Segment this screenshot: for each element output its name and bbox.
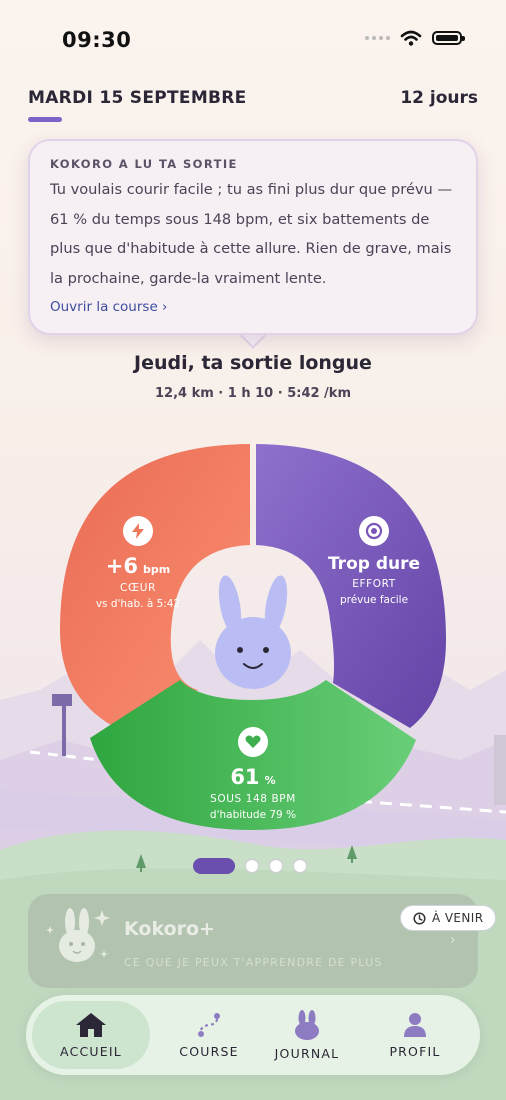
effort-note: prévue facile <box>339 594 409 606</box>
run-meta: 12,4 km · 1 h 10 · 5:42 /km <box>154 386 351 401</box>
nav-item-journal[interactable]: JOURNAL <box>248 995 366 1075</box>
coming-soon-label: À VENIR <box>432 911 484 925</box>
zone-unit: % <box>264 774 276 787</box>
date-underline <box>28 117 62 122</box>
effort-label: EFFORT <box>352 578 396 590</box>
page-date: MARDI 15 SEPTEMBRE <box>28 88 247 108</box>
page-dot-active[interactable] <box>193 858 235 874</box>
bunny-icon <box>295 1009 319 1040</box>
coming-soon-badge: À VENIR <box>400 905 497 931</box>
page-dot[interactable] <box>293 859 307 873</box>
heart-unit: bpm <box>143 563 171 576</box>
heart-label: CŒUR <box>120 582 156 594</box>
nav-item-accueil[interactable]: ACCUEIL <box>32 1001 150 1069</box>
heart-icon <box>238 727 268 757</box>
kokoro-plus-title: Kokoro+ <box>124 918 215 940</box>
card-kicker: KOKORO A LU TA SORTIE <box>50 157 238 171</box>
run-title: Jeudi, ta sortie longue <box>134 352 372 374</box>
kokoro-plus-subtitle: CE QUE JE PEUX T'APPRENDRE DE PLUS <box>124 956 383 969</box>
bunny-sparkle-icon <box>46 908 110 962</box>
nav-item-profil[interactable]: PROFIL <box>356 995 474 1075</box>
zone-label: SOUS 148 BPM <box>210 793 296 805</box>
bunny-mascot <box>215 575 291 689</box>
chevron-right-icon: › <box>450 932 456 948</box>
clock-icon <box>413 911 426 925</box>
zone-value: 61 <box>230 765 260 789</box>
signal-icon <box>365 36 390 40</box>
heart-metric[interactable]: +6 bpm CŒUR vs d'hab. à 5:42 <box>78 516 198 610</box>
battery-icon <box>432 31 465 45</box>
zone-metric[interactable]: 61 % SOUS 148 BPM d'habitude 79 % <box>193 727 313 821</box>
heart-value: +6 <box>105 554 138 578</box>
nav-label-course: COURSE <box>179 1043 239 1059</box>
target-icon <box>359 516 389 546</box>
open-run-link[interactable]: Ouvrir la course › <box>50 299 456 315</box>
status-time: 09:30 <box>62 28 132 52</box>
page-dot[interactable] <box>269 859 283 873</box>
person-icon <box>404 1012 426 1037</box>
page-indicator[interactable] <box>193 858 307 874</box>
heart-note: vs d'hab. à 5:42 <box>95 598 181 610</box>
effort-metric[interactable]: Trop dure EFFORT prévue facile <box>318 516 430 606</box>
card-message: Tu voulais courir facile ; tu as fini pl… <box>50 181 453 287</box>
nav-label-journal: JOURNAL <box>274 1045 340 1061</box>
kokoro-message-card[interactable]: KOKORO A LU TA SORTIE Tu voulais courir … <box>28 139 478 335</box>
streak-counter: 12 jours <box>400 88 478 108</box>
page-dot[interactable] <box>245 859 259 873</box>
home-icon <box>76 1012 106 1037</box>
nav-label-profil: PROFIL <box>389 1043 441 1059</box>
bottom-nav: ACCUEIL COURSE JOURNAL PROFIL <box>26 995 480 1075</box>
effort-value: Trop dure <box>327 554 421 574</box>
route-icon <box>198 1012 220 1037</box>
nav-label-accueil: ACCUEIL <box>60 1043 122 1059</box>
status-icons <box>365 30 465 46</box>
wifi-icon <box>400 30 422 46</box>
zone-note: d'habitude 79 % <box>209 809 297 821</box>
bolt-icon <box>123 516 153 546</box>
